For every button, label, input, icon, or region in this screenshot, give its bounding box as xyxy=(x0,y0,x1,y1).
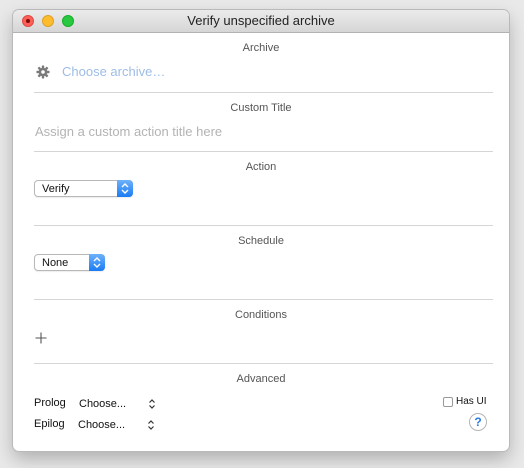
custom-title-heading: Custom Title xyxy=(230,102,292,114)
gear-icon[interactable] xyxy=(36,65,50,79)
advanced-heading: Advanced xyxy=(236,373,286,385)
prolog-label: Prolog xyxy=(34,397,66,409)
prolog-popup[interactable]: Choose... xyxy=(79,398,126,410)
custom-title-input[interactable] xyxy=(35,122,475,140)
conditions-heading: Conditions xyxy=(235,309,287,321)
help-button[interactable]: ? xyxy=(469,413,487,431)
schedule-popup[interactable]: None xyxy=(34,254,105,271)
chevron-updown-icon[interactable] xyxy=(148,398,156,410)
has-ui-checkbox[interactable] xyxy=(443,397,453,407)
epilog-popup[interactable]: Choose... xyxy=(78,419,125,431)
archive-heading: Archive xyxy=(242,42,280,54)
schedule-popup-value: None xyxy=(42,257,69,269)
epilog-label: Epilog xyxy=(34,418,65,430)
plus-icon[interactable] xyxy=(35,332,47,344)
section-divider xyxy=(34,363,493,364)
section-divider xyxy=(34,299,493,300)
section-divider xyxy=(34,92,493,93)
schedule-heading: Schedule xyxy=(238,235,284,247)
has-ui-label[interactable]: Has UI xyxy=(456,396,487,407)
title-bar: Verify unspecified archive xyxy=(13,10,509,33)
section-divider xyxy=(34,225,493,226)
action-popup-value: Verify xyxy=(42,183,70,195)
archive-action-window: Verify unspecified archive Archive Choos… xyxy=(13,10,509,451)
choose-archive-link[interactable]: Choose archive… xyxy=(62,64,165,79)
section-divider xyxy=(34,151,493,152)
chevron-updown-icon[interactable] xyxy=(147,419,155,431)
action-popup[interactable]: Verify xyxy=(34,180,133,197)
action-heading: Action xyxy=(245,161,277,173)
window-title: Verify unspecified archive xyxy=(187,13,335,28)
popup-arrows-icon xyxy=(117,180,133,197)
popup-arrows-icon xyxy=(89,254,105,271)
